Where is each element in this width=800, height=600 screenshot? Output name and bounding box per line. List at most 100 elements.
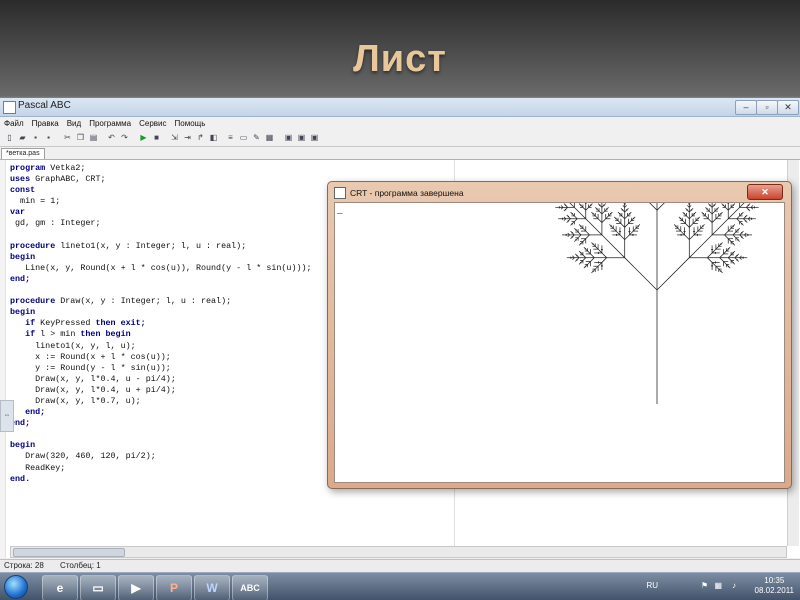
tree-branch [689, 205, 692, 207]
tree-branch [677, 227, 682, 232]
save-all-icon[interactable]: ▪ [44, 133, 53, 142]
menu-service[interactable]: Сервис [135, 117, 170, 128]
code-line: ReadKey; [10, 462, 66, 473]
window-titlebar[interactable]: Pascal ABC – ▫ ✕ [0, 98, 800, 117]
tray-volume-icon[interactable]: ♪ [732, 581, 736, 600]
crt-close-button[interactable]: ✕ [747, 184, 783, 200]
start-button[interactable] [4, 575, 28, 599]
tree-branch [591, 211, 593, 214]
new-file-icon[interactable]: ▯ [5, 133, 14, 142]
tree-branch [590, 257, 595, 262]
taskbar-ie-icon[interactable]: e [42, 575, 78, 600]
output-icon[interactable]: ▭ [239, 133, 248, 142]
tree-branch [748, 209, 751, 212]
debug-icon[interactable]: ▣ [284, 133, 293, 142]
tree-branch [560, 205, 563, 207]
menu-program[interactable]: Программа [85, 117, 135, 128]
taskbar-pascalabc-icon[interactable]: ABC [232, 575, 268, 600]
taskbar-word-icon[interactable]: W [194, 575, 230, 600]
tree-branch [698, 216, 701, 219]
tree-branch [601, 257, 607, 263]
watch-icon[interactable]: ≡ [226, 133, 235, 142]
tree-branch [721, 211, 723, 214]
step-into-icon[interactable]: ⇲ [170, 133, 179, 142]
copy-icon[interactable]: ❐ [76, 133, 85, 142]
tab-vetka-pas[interactable]: *ветка.pas [1, 148, 45, 159]
tree-branch [622, 205, 625, 207]
menu-view[interactable]: Вид [63, 117, 85, 128]
options-icon[interactable]: ▣ [310, 133, 319, 142]
tree-branch [751, 205, 754, 207]
tree-branch [748, 219, 751, 221]
code-line: begin [10, 307, 36, 318]
horizontal-scroll-thumb[interactable] [13, 548, 125, 557]
tree-branch [578, 244, 581, 246]
tree-branch [594, 215, 599, 220]
tree-branch [728, 246, 731, 249]
tree-branch [685, 208, 687, 210]
close-button[interactable]: ✕ [777, 100, 799, 115]
save-icon[interactable]: ▪ [31, 133, 40, 142]
redo-icon[interactable]: ↷ [120, 133, 129, 142]
tree-branch [708, 210, 713, 215]
tree-branch [721, 203, 723, 205]
tree-branch [574, 227, 576, 230]
tray-flag-icon[interactable]: ⚑ [701, 581, 708, 600]
tree-branch [740, 258, 742, 260]
system-clock[interactable]: 10:35 08.02.2011 [755, 576, 794, 596]
code-line: x := Round(x + l * cos(u)); [10, 351, 171, 362]
tree-branch [624, 234, 630, 240]
code-line: gd, gm : Integer; [10, 218, 101, 229]
tree-branch [566, 221, 568, 223]
tools-icon[interactable]: ✎ [252, 133, 261, 142]
tree-branch [682, 211, 684, 214]
maximize-button[interactable]: ▫ [756, 100, 778, 115]
tree-branch [572, 258, 574, 260]
tree-branch [570, 237, 572, 239]
tray-network-icon[interactable]: ▦ [714, 581, 722, 600]
step-over-icon[interactable]: ⇥ [183, 133, 192, 142]
cut-icon[interactable]: ✂ [63, 133, 72, 142]
menu-file[interactable]: Файл [0, 117, 28, 128]
tree-branch [746, 221, 748, 223]
open-file-icon[interactable]: ▰ [18, 133, 27, 142]
crt-canvas-area[interactable]: _ [334, 98, 785, 483]
stop-icon[interactable]: ■ [152, 133, 161, 142]
tree-branch [585, 207, 589, 211]
tree-branch [745, 232, 747, 235]
tree-branch [717, 207, 720, 209]
tree-branch [697, 227, 701, 232]
format-icon[interactable]: ▦ [265, 133, 274, 142]
code-text[interactable]: program Vetka2; uses GraphABC, CRT; cons… [10, 163, 312, 485]
crt-window[interactable]: CRT - программа завершена ✕ _ [327, 98, 792, 489]
run-icon[interactable]: ▶ [139, 133, 148, 142]
tree-branch [572, 255, 574, 258]
minimize-button[interactable]: – [735, 100, 757, 115]
clock-date: 08.02.2011 [754, 586, 794, 595]
side-panel-handle[interactable]: ⇔ [0, 400, 14, 432]
menu-help[interactable]: Помощь [171, 117, 210, 128]
tree-branch [560, 208, 563, 210]
taskbar-powerpoint-icon[interactable]: P [156, 575, 192, 600]
taskbar-media-player-icon[interactable]: ▶ [118, 575, 154, 600]
menu-edit[interactable]: Правка [28, 117, 63, 128]
status-column: Столбец: 1 [60, 561, 101, 570]
tree-branch [619, 234, 625, 240]
slide-background: Лист Pascal ABC – ▫ ✕ Файл Правка Вид Прогр… [0, 0, 800, 600]
tree-branch [570, 230, 572, 233]
paste-icon[interactable]: ▤ [89, 133, 98, 142]
undo-icon[interactable]: ↶ [107, 133, 116, 142]
screenshot: Pascal ABC – ▫ ✕ Файл Правка Вид Программа С… [0, 98, 800, 600]
language-indicator[interactable]: RU [646, 581, 658, 590]
step-out-icon[interactable]: ↱ [196, 133, 205, 142]
tree-branch [624, 215, 628, 220]
breakpoint-icon[interactable]: ◧ [209, 133, 218, 142]
tree-branch [605, 215, 609, 220]
tree-branch [578, 203, 581, 205]
tree-branch [578, 224, 581, 226]
compile-icon[interactable]: ▣ [297, 133, 306, 142]
code-line: const [10, 185, 36, 196]
horizontal-scrollbar[interactable] [10, 546, 787, 558]
taskbar-explorer-icon[interactable]: ▭ [80, 575, 116, 600]
code-line: Draw(x, y, l*0.4, u - pi/4); [10, 373, 176, 384]
